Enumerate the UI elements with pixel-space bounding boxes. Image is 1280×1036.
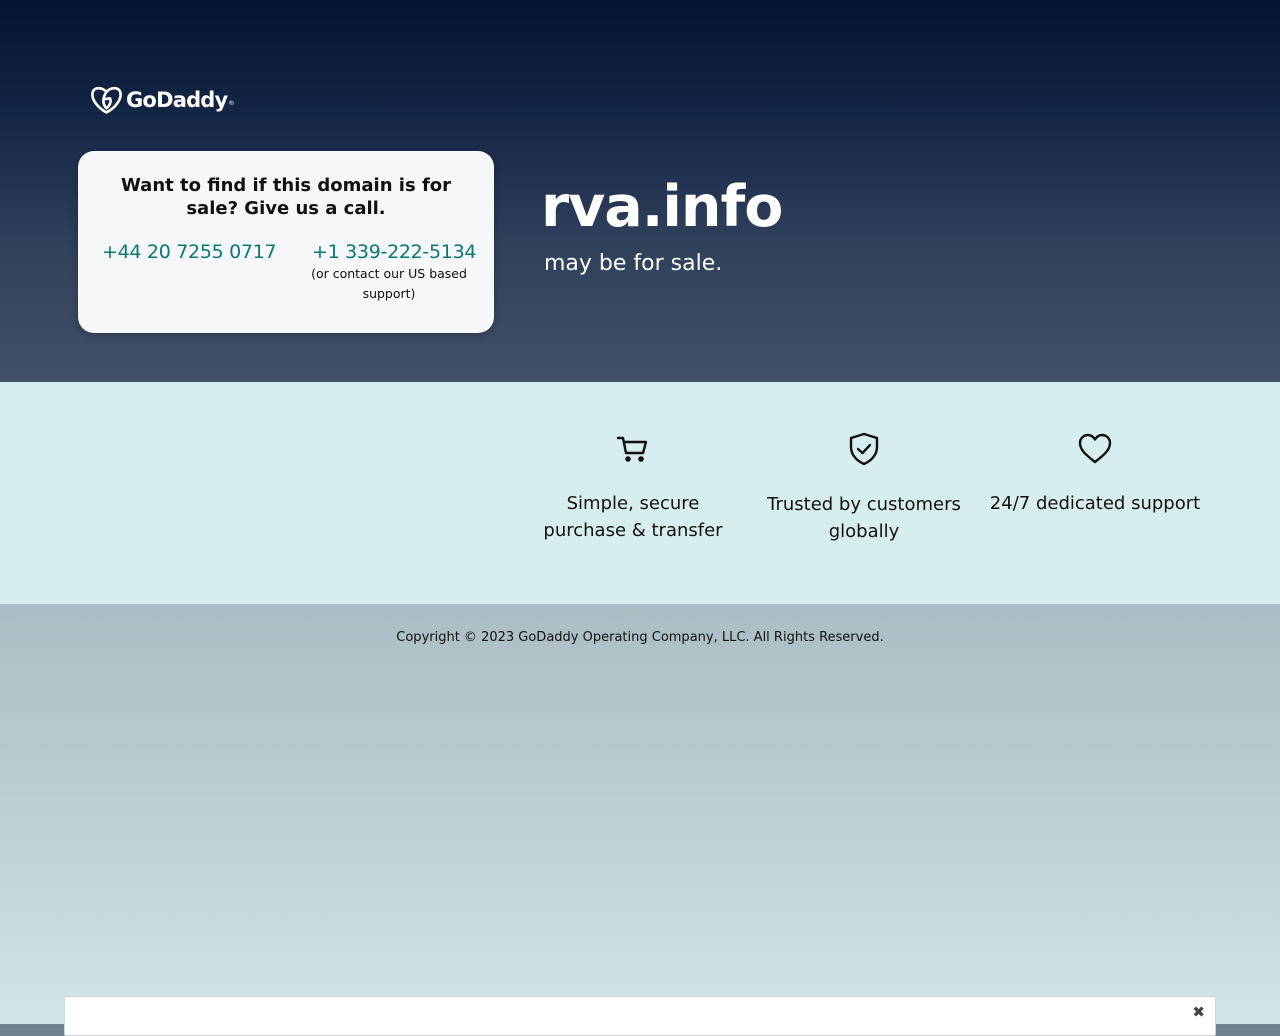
call-us-card: Want to find if this domain is for sale?… <box>78 151 494 333</box>
close-icon[interactable]: ✖ <box>1192 1003 1205 1021</box>
hero-section: GoDaddy® Want to find if this domain is … <box>0 0 1280 382</box>
features-section: Simple, secure purchase & transfer Trust… <box>0 382 1280 604</box>
call-card-title: Want to find if this domain is for sale?… <box>120 175 452 219</box>
logo-wordmark: GoDaddy® <box>126 88 234 112</box>
phone-link-uk[interactable]: +44 20 7255 0717 <box>102 241 277 263</box>
feature-label: Trusted by customers globally <box>767 494 961 542</box>
feature-trusted: Trusted by customers globally <box>754 432 974 545</box>
feature-label: 24/7 dedicated support <box>989 493 1201 514</box>
domain-name-heading: rva.info <box>541 174 783 240</box>
phone-link-us[interactable]: +1 339-222-5134 <box>312 241 476 263</box>
feature-label: Simple, secure purchase & transfer <box>543 493 723 541</box>
us-support-note: (or contact our US based support) <box>311 266 467 301</box>
shield-check-icon <box>849 432 879 466</box>
godaddy-heart-logo-icon <box>91 86 122 114</box>
bottom-banner: ✖ <box>64 996 1216 1036</box>
cart-icon <box>616 436 648 462</box>
copyright-text: Copyright © 2023 GoDaddy Operating Compa… <box>396 630 884 645</box>
feature-secure-transfer: Simple, secure purchase & transfer <box>523 432 743 544</box>
domain-status-text: may be for sale. <box>544 251 723 276</box>
godaddy-logo[interactable]: GoDaddy® <box>90 85 234 115</box>
feature-support: 24/7 dedicated support <box>985 432 1205 517</box>
heart-icon <box>1078 433 1112 464</box>
